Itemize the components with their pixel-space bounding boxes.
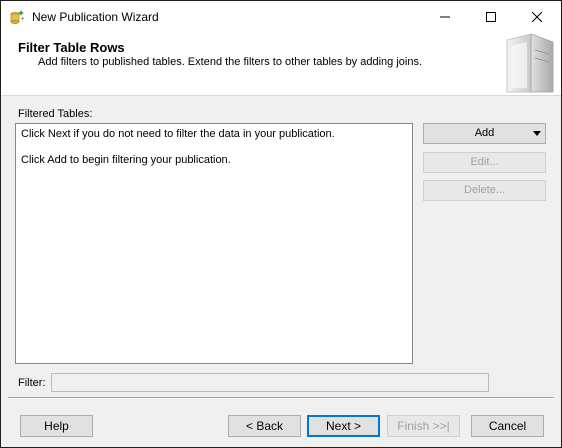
filtered-tables-list[interactable]: Click Next if you do not need to filter …: [15, 123, 413, 364]
filter-label: Filter:: [18, 377, 46, 389]
wizard-header: Filter Table Rows Add filters to publish…: [1, 32, 561, 96]
filtered-tables-label: Filtered Tables:: [18, 108, 93, 120]
list-item: Click Next if you do not need to filter …: [21, 128, 335, 140]
close-icon: [532, 11, 542, 22]
finish-button[interactable]: Finish >>|: [387, 415, 460, 437]
close-button[interactable]: [514, 1, 560, 32]
wizard-window: New Publication Wizard Filter Table Rows…: [0, 0, 562, 448]
help-button[interactable]: Help: [20, 415, 93, 437]
wizard-footer: Help < Back Next > Finish >>| Cancel: [1, 397, 561, 447]
minimize-button[interactable]: [422, 1, 468, 32]
wizard-app-icon: [9, 8, 27, 26]
database-server-graphic: [497, 32, 561, 94]
list-item: Click Add to begin filtering your public…: [21, 154, 231, 166]
cancel-button[interactable]: Cancel: [471, 415, 544, 437]
edit-button[interactable]: Edit...: [423, 152, 546, 173]
add-button-label: Add: [474, 127, 495, 139]
back-button[interactable]: < Back: [228, 415, 301, 437]
delete-button[interactable]: Delete...: [423, 180, 546, 201]
filter-field[interactable]: [51, 373, 489, 392]
page-title: Filter Table Rows: [18, 40, 125, 55]
minimize-icon: [440, 16, 450, 17]
add-button[interactable]: Add: [423, 123, 546, 144]
maximize-icon: [486, 11, 496, 22]
window-title: New Publication Wizard: [32, 10, 159, 24]
page-subtitle: Add filters to published tables. Extend …: [38, 56, 423, 68]
title-bar: New Publication Wizard: [1, 1, 561, 32]
footer-divider: [8, 397, 554, 399]
maximize-button[interactable]: [468, 1, 514, 32]
next-button[interactable]: Next >: [307, 415, 380, 437]
dropdown-arrow-icon[interactable]: [533, 131, 541, 136]
